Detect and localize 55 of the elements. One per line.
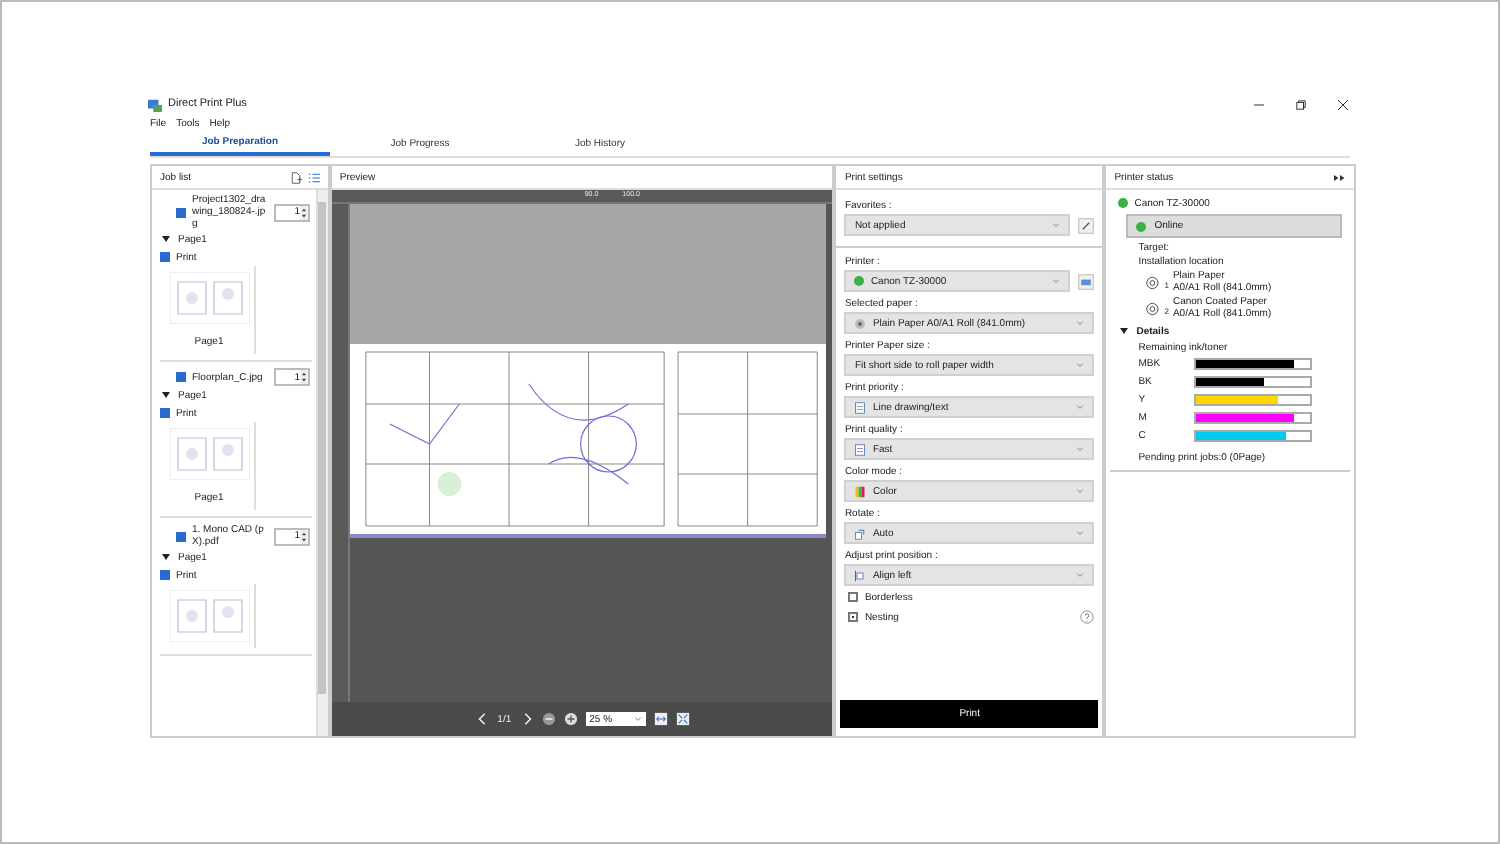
chevron-down-icon: [1076, 572, 1085, 578]
fit-width-icon[interactable]: [653, 712, 668, 726]
zoom-out-icon[interactable]: [541, 712, 556, 726]
paper-roll-icon: [854, 317, 867, 329]
ink-level-bar: [1194, 412, 1313, 424]
chevron-down-icon: [1076, 530, 1085, 536]
chevron-down-icon: [1076, 320, 1085, 326]
zoom-in-icon[interactable]: [563, 712, 578, 726]
expand-arrow-icon[interactable]: [1120, 328, 1129, 334]
checkbox[interactable]: [160, 408, 170, 418]
next-page-icon[interactable]: [519, 712, 534, 726]
scrollbar[interactable]: [315, 190, 328, 736]
checkbox[interactable]: [848, 592, 859, 602]
chevron-down-icon: [1052, 278, 1061, 284]
checkbox[interactable]: [176, 207, 186, 217]
fit-page-icon[interactable]: [675, 712, 690, 726]
collapse-panel-icon[interactable]: [1334, 171, 1347, 183]
chevron-down-icon: [1076, 488, 1085, 494]
minimize-icon[interactable]: [1254, 99, 1264, 109]
add-file-icon[interactable]: [289, 171, 302, 183]
ink-level-bar: [1194, 430, 1313, 442]
color-bars-icon: [854, 485, 867, 497]
checkbox[interactable]: [160, 570, 170, 580]
document-icon: [854, 443, 867, 455]
chevron-down-icon: [1076, 404, 1085, 410]
checkbox[interactable]: [160, 252, 170, 262]
expand-arrow-icon[interactable]: [162, 554, 170, 560]
previous-page-icon[interactable]: [475, 712, 490, 726]
status-dot-icon: [1118, 198, 1129, 208]
ink-level-bar: [1194, 394, 1313, 406]
chevron-down-icon: [1052, 222, 1061, 228]
expand-arrow-icon[interactable]: [162, 392, 170, 398]
drawing-thumbnail[interactable]: [169, 428, 249, 480]
close-icon[interactable]: [1338, 99, 1348, 109]
status-dot-icon: [854, 276, 865, 286]
align-left-icon: [854, 569, 867, 581]
checkbox[interactable]: [176, 531, 186, 541]
drawing-thumbnail[interactable]: [169, 590, 249, 642]
status-dot-icon: [1136, 221, 1147, 231]
edit-icon[interactable]: [1078, 217, 1095, 233]
expand-arrow-icon[interactable]: [162, 236, 170, 242]
drawing-thumbnail[interactable]: [169, 272, 249, 324]
chevron-down-icon: [1076, 446, 1085, 452]
checkbox[interactable]: [848, 612, 859, 622]
rotate-icon: [854, 527, 867, 539]
document-icon: [854, 401, 867, 413]
restore-icon[interactable]: [1296, 99, 1306, 109]
checkbox[interactable]: [176, 372, 186, 382]
chevron-down-icon: [1076, 362, 1085, 368]
ink-level-bar: [1194, 376, 1313, 388]
list-view-icon[interactable]: [307, 171, 320, 183]
printer-settings-icon[interactable]: [1078, 273, 1095, 289]
ink-level-bar: [1194, 358, 1313, 370]
chevron-down-icon: [633, 716, 642, 722]
app-logo-icon: [148, 97, 162, 111]
